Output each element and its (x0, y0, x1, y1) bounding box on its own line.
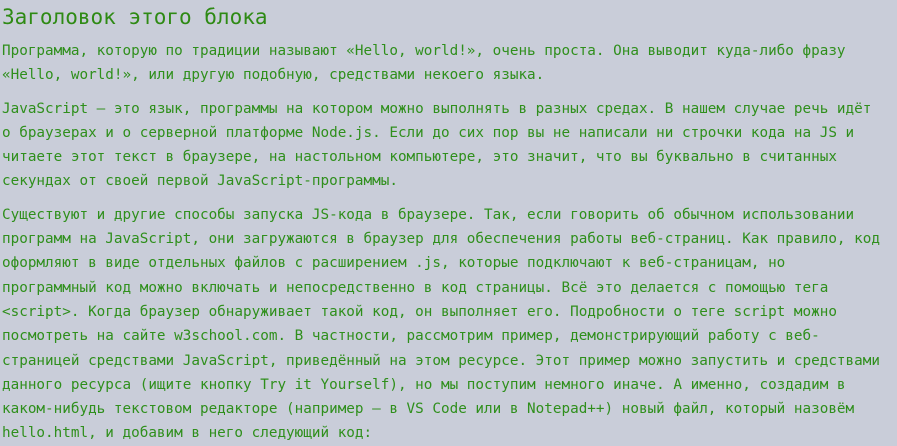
paragraph-javascript-environments: JavaScript — это язык, программы на кото… (2, 100, 872, 190)
paragraph-browser-script: Существуют и другие способы запуска JS-к… (2, 206, 880, 442)
content-block: Заголовок этого блока Программа, которую… (0, 0, 897, 441)
block-heading: Заголовок этого блока (2, 5, 268, 29)
paragraph-hello-world: Программа, которую по традиции называют … (2, 43, 846, 84)
